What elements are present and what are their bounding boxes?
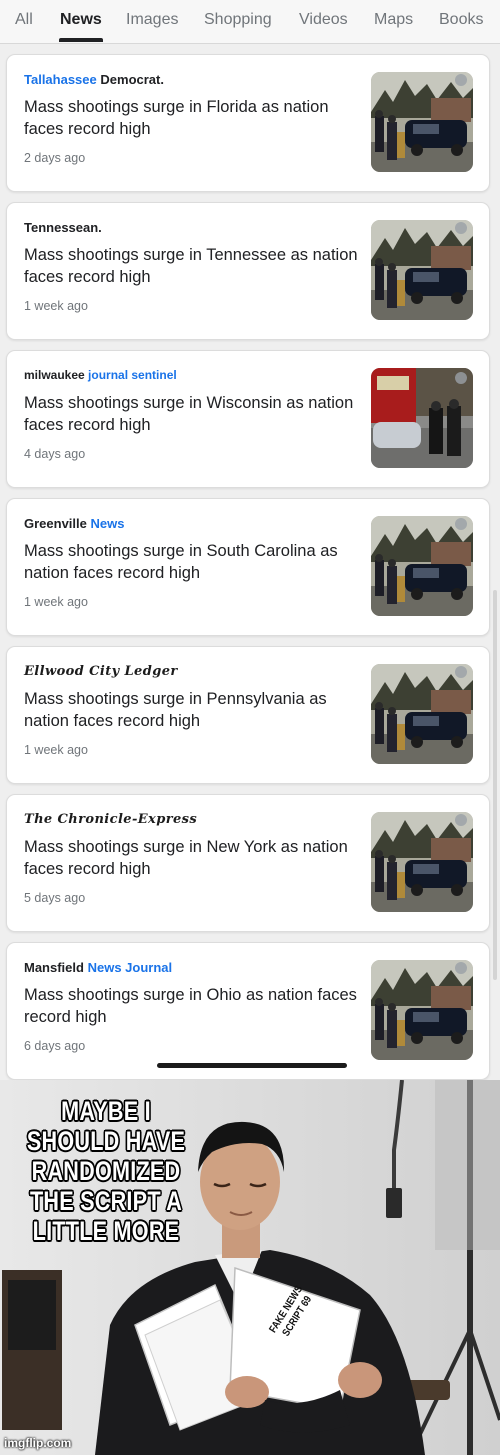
news-headline[interactable]: Mass shootings surge in Ohio as nation f…: [24, 984, 359, 1028]
news-card[interactable]: Tallahassee Democrat. Mass shootings sur…: [6, 54, 490, 192]
tab-maps[interactable]: Maps: [374, 11, 413, 29]
news-card[interactable]: The Chronicle-Express Mass shootings sur…: [6, 794, 490, 932]
news-card[interactable]: Tennessean. Mass shootings surge in Tenn…: [6, 202, 490, 340]
news-thumbnail[interactable]: [371, 220, 473, 320]
news-age: 6 days ago: [24, 1039, 86, 1053]
news-headline[interactable]: Mass shootings surge in Tennessee as nat…: [24, 244, 359, 288]
news-source: Tallahassee Democrat.: [24, 72, 164, 87]
microphone: [386, 1188, 402, 1218]
news-headline[interactable]: Mass shootings surge in New York as nati…: [24, 836, 359, 880]
active-tab-indicator: [59, 38, 103, 42]
news-age: 4 days ago: [24, 447, 86, 461]
news-age: 5 days ago: [24, 891, 86, 905]
home-indicator[interactable]: [157, 1063, 347, 1068]
news-thumbnail[interactable]: [371, 960, 473, 1060]
news-headline[interactable]: Mass shootings surge in South Carolina a…: [24, 540, 359, 584]
news-source: milwaukee journal sentinel: [24, 368, 177, 382]
news-source: Tennessean.: [24, 220, 102, 235]
news-thumbnail[interactable]: [371, 368, 473, 468]
news-headline[interactable]: Mass shootings surge in Wisconsin as nat…: [24, 392, 359, 436]
meme-panel: MAYBE I SHOULD HAVE RANDOMIZED THE SCRIP…: [0, 1080, 500, 1455]
meme-caption: MAYBE I SHOULD HAVE RANDOMIZED THE SCRIP…: [26, 1096, 186, 1246]
tab-shopping[interactable]: Shopping: [204, 11, 272, 29]
news-source: Greenville News: [24, 516, 125, 531]
search-tabs: All News Images Shopping Videos Maps Boo…: [0, 0, 500, 44]
news-card[interactable]: Mansfield News Journal Mass shootings su…: [6, 942, 490, 1080]
news-results-screenshot: All News Images Shopping Videos Maps Boo…: [0, 0, 500, 1080]
news-card[interactable]: Ellwood City Ledger Mass shootings surge…: [6, 646, 490, 784]
hand-right: [338, 1362, 382, 1398]
news-thumbnail[interactable]: [371, 516, 473, 616]
tab-images[interactable]: Images: [126, 11, 178, 29]
tab-news[interactable]: News: [60, 11, 102, 29]
news-thumbnail[interactable]: [371, 72, 473, 172]
news-card[interactable]: Greenville News Mass shootings surge in …: [6, 498, 490, 636]
news-headline[interactable]: Mass shootings surge in Pennsylvania as …: [24, 688, 359, 732]
tab-all[interactable]: All: [15, 11, 33, 29]
news-age: 1 week ago: [24, 299, 88, 313]
news-source: Mansfield News Journal: [24, 960, 173, 975]
news-thumbnail[interactable]: [371, 664, 473, 764]
hand-left: [225, 1376, 269, 1408]
news-source: Ellwood City Ledger: [24, 664, 178, 679]
watermark: imgflip.com: [4, 1436, 72, 1450]
news-headline[interactable]: Mass shootings surge in Florida as natio…: [24, 96, 359, 140]
news-age: 2 days ago: [24, 151, 86, 165]
news-thumbnail[interactable]: [371, 812, 473, 912]
tab-videos[interactable]: Videos: [299, 11, 348, 29]
news-source: The Chronicle-Express: [24, 812, 198, 827]
tab-books[interactable]: Books: [439, 11, 483, 29]
news-card[interactable]: milwaukee journal sentinel Mass shooting…: [6, 350, 490, 488]
news-age: 1 week ago: [24, 595, 88, 609]
news-age: 1 week ago: [24, 743, 88, 757]
scrollbar[interactable]: [493, 590, 497, 980]
